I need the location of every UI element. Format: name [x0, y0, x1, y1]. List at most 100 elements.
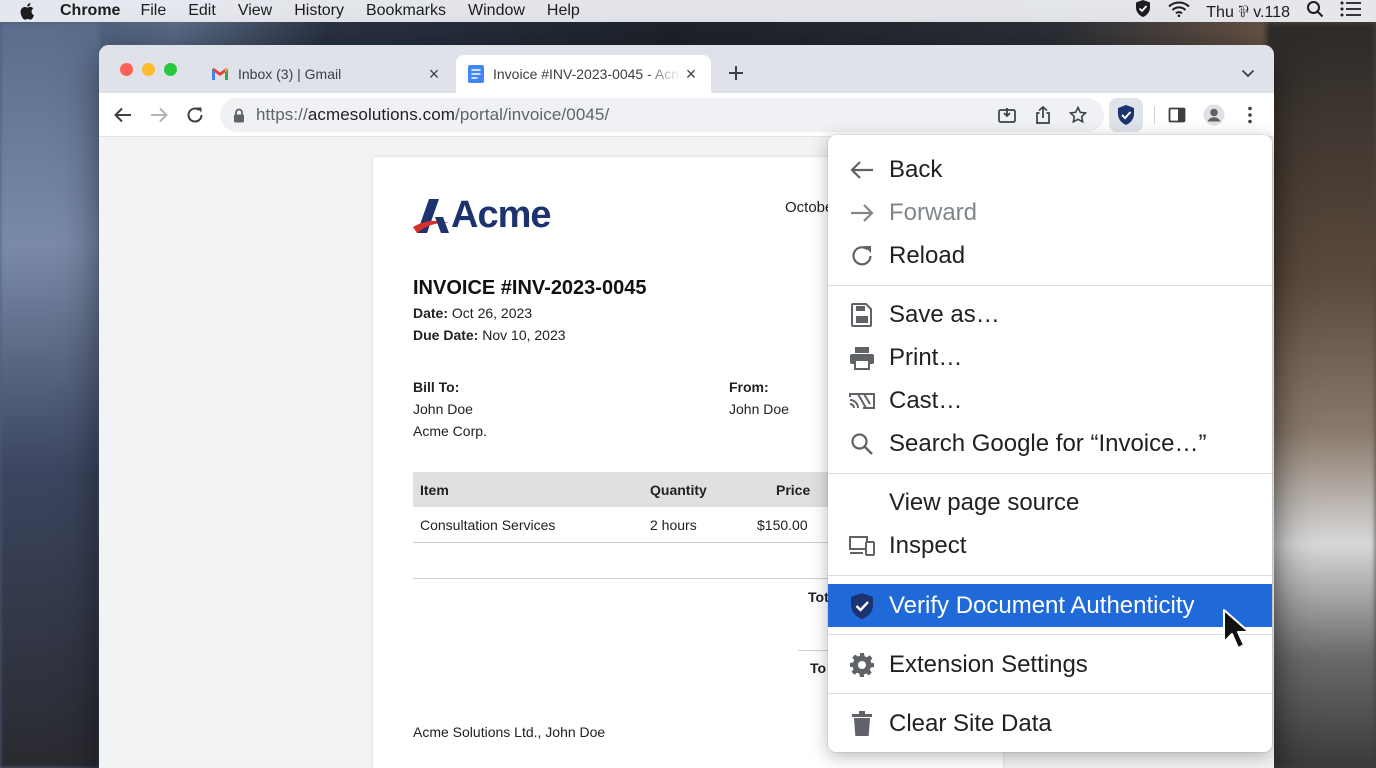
menu-item-label: Cast… — [889, 386, 963, 414]
shield-icon[interactable] — [1134, 0, 1152, 23]
new-tab-button[interactable] — [725, 62, 747, 84]
trash-icon — [848, 710, 876, 738]
shield-check-icon — [1118, 105, 1134, 125]
document-icon — [468, 65, 484, 83]
menu-separator — [828, 285, 1272, 286]
total-label: To — [810, 660, 827, 676]
url-path: /portal/invoice/0045/ — [455, 105, 610, 124]
menu-item-save-as[interactable]: Save as… — [828, 293, 1272, 336]
menubar-clock[interactable]: Thu ⅌ v.118 — [1206, 0, 1290, 22]
menu-item-label: Forward — [889, 198, 978, 226]
desktop-wallpaper-right — [1266, 22, 1376, 768]
company-logo: Acme — [413, 195, 551, 235]
menu-item-label: Clear Site Data — [889, 709, 1052, 737]
menu-edit[interactable]: Edit — [188, 2, 216, 20]
menu-item-label: Extension Settings — [889, 650, 1088, 678]
tab-gmail[interactable]: Inbox (3) | Gmail × — [199, 55, 454, 93]
wifi-icon[interactable] — [1168, 1, 1190, 22]
url-scheme: https:// — [256, 105, 308, 124]
side-panel-icon[interactable] — [1166, 104, 1188, 126]
menu-item-verify-document[interactable]: Verify Document Authenticity — [828, 584, 1272, 627]
tab-invoice[interactable]: Invoice #INV-2023-0045 - Acme × — [456, 55, 711, 93]
extension-shield-button[interactable] — [1109, 98, 1143, 132]
menu-item-cast[interactable]: Cast… — [828, 379, 1272, 422]
forward-arrow-icon[interactable] — [148, 104, 170, 126]
menu-item-label: View page source — [889, 488, 1080, 516]
toolbar-separator — [1154, 106, 1155, 124]
acme-logo-icon — [413, 199, 449, 233]
bill-to-label: Bill To: — [413, 379, 460, 395]
menu-item-label: Back — [889, 155, 943, 183]
menu-item-view-source[interactable]: View page source — [828, 481, 1272, 524]
menu-bookmarks[interactable]: Bookmarks — [366, 2, 446, 20]
date-label: Date: — [413, 305, 449, 321]
minimize-window-button[interactable] — [142, 63, 155, 76]
save-icon — [848, 301, 876, 329]
tab-strip: Inbox (3) | Gmail × Invoice #INV-2023-00… — [99, 45, 1274, 93]
arrow-right-icon — [848, 199, 876, 227]
menu-app-name[interactable]: Chrome — [60, 2, 120, 20]
macos-menu-bar: Chrome File Edit View History Bookmarks … — [0, 0, 1376, 22]
gear-icon — [848, 651, 876, 679]
reload-icon — [848, 242, 876, 270]
context-menu: Back Forward Reload Save as… Print… Cast… — [828, 135, 1272, 752]
search-icon[interactable] — [1306, 0, 1324, 23]
subtotal-label: Tot — [808, 589, 829, 605]
menu-item-inspect[interactable]: Inspect — [828, 524, 1272, 567]
reload-icon[interactable] — [184, 104, 206, 126]
devices-icon — [848, 532, 876, 560]
lock-icon[interactable] — [233, 108, 245, 123]
menu-item-label: Reload — [889, 241, 966, 269]
bill-to-company: Acme Corp. — [413, 423, 487, 439]
tab-search-chevron-icon[interactable] — [1239, 64, 1257, 82]
cell-item: Consultation Services — [420, 517, 556, 533]
menu-item-reload[interactable]: Reload — [828, 234, 1272, 277]
cell-quantity: 2 hours — [650, 517, 697, 533]
due-date-value: Nov 10, 2023 — [482, 327, 566, 343]
blank-icon — [848, 489, 876, 517]
date-value: Oct 26, 2023 — [451, 305, 533, 321]
menu-help[interactable]: Help — [547, 2, 580, 20]
install-app-icon[interactable] — [996, 104, 1018, 126]
company-name: Acme — [451, 194, 551, 236]
back-arrow-icon[interactable] — [112, 104, 134, 126]
search-icon — [848, 430, 876, 458]
menu-item-back[interactable]: Back — [828, 148, 1272, 191]
menu-window[interactable]: Window — [468, 2, 525, 20]
arrow-left-icon — [848, 156, 876, 184]
profile-avatar-icon[interactable] — [1203, 104, 1225, 126]
menu-separator — [828, 473, 1272, 474]
column-header-item: Item — [420, 482, 449, 498]
apple-icon[interactable] — [20, 2, 38, 20]
bill-to-name: John Doe — [413, 401, 473, 417]
share-icon[interactable] — [1032, 104, 1054, 126]
desktop-wallpaper-left — [0, 22, 100, 768]
bookmark-star-icon[interactable] — [1067, 104, 1089, 126]
column-header-quantity: Quantity — [650, 482, 707, 498]
printer-icon — [848, 344, 876, 372]
menu-item-print[interactable]: Print… — [828, 336, 1272, 379]
column-header-price: Price — [776, 482, 811, 498]
close-icon[interactable]: × — [681, 64, 701, 84]
invoice-date: Date: Oct 26, 2023 — [413, 305, 532, 321]
url-text[interactable]: https://acmesolutions.com/portal/invoice… — [256, 105, 609, 125]
menu-item-label: Search Google for “Invoice…” — [889, 429, 1207, 457]
menu-item-label: Print… — [889, 343, 963, 371]
menu-item-forward[interactable]: Forward — [828, 191, 1272, 234]
zoom-window-button[interactable] — [164, 63, 177, 76]
menu-item-extension-settings[interactable]: Extension Settings — [828, 643, 1272, 686]
menu-history[interactable]: History — [294, 2, 344, 20]
menu-item-search-google[interactable]: Search Google for “Invoice…” — [828, 422, 1272, 465]
menu-file[interactable]: File — [140, 2, 166, 20]
kebab-menu-icon[interactable] — [1239, 104, 1261, 126]
close-window-button[interactable] — [120, 63, 133, 76]
menu-view[interactable]: View — [238, 2, 272, 20]
control-center-icon[interactable] — [1340, 1, 1362, 22]
invoice-footer: Acme Solutions Ltd., John Doe — [413, 724, 606, 740]
invoice-title: INVOICE #INV-2023-0045 — [413, 277, 647, 299]
menu-item-clear-site-data[interactable]: Clear Site Data — [828, 702, 1272, 745]
gmail-icon — [211, 67, 229, 81]
address-bar[interactable]: https://acmesolutions.com/portal/invoice… — [220, 98, 1104, 132]
url-host: acmesolutions.com — [307, 105, 456, 124]
close-icon[interactable]: × — [424, 64, 444, 84]
